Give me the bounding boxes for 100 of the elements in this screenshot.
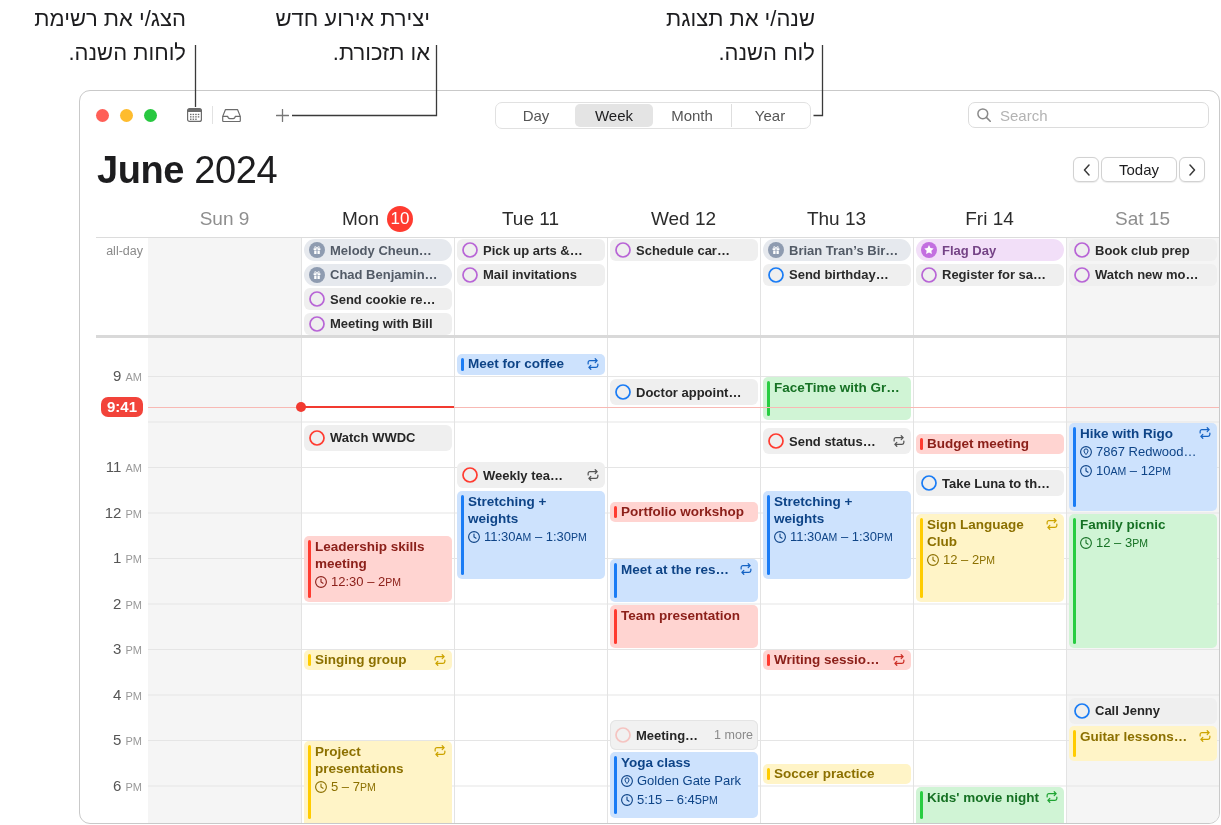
add-icon[interactable] — [276, 108, 289, 122]
event-time: 11:30AM – 1:30PM — [790, 527, 893, 546]
reminder-item[interactable]: Weekly tea… — [457, 462, 605, 489]
event-title: Meet at the res… — [621, 561, 731, 578]
hour-label: 3 PM — [113, 640, 142, 659]
event-title: Guitar lessons… — [1080, 727, 1189, 745]
search-field[interactable]: Search — [968, 102, 1209, 128]
reminder-item[interactable]: Call Jenny — [1069, 697, 1217, 724]
reminder-item[interactable]: Schedule car… — [610, 239, 758, 261]
event-title: Singing group — [315, 651, 408, 668]
day-header: Thu 13 — [806, 207, 867, 230]
view-tab[interactable]: Year — [730, 103, 809, 127]
reminder-item[interactable]: Send status… — [763, 428, 911, 455]
reminder-circle-icon[interactable] — [1074, 242, 1090, 258]
holiday-event[interactable]: Flag Day — [916, 239, 1064, 261]
calendar-icon[interactable] — [187, 108, 202, 122]
reminder-item[interactable]: Meeting… 1 more — [610, 720, 758, 751]
reminder-item[interactable]: Doctor appoint… — [610, 379, 758, 405]
reminder-circle-icon[interactable] — [462, 266, 478, 283]
calendar-event[interactable]: Yoga class Golden Gate Park 5:15 – 6:45PM — [610, 752, 758, 819]
minimize-button[interactable] — [120, 108, 133, 122]
reminder-circle-icon[interactable] — [1074, 702, 1090, 719]
calendar-event[interactable]: Budget meeting — [916, 433, 1064, 455]
event-title: Yoga class — [621, 754, 692, 772]
event-location: Golden Gate Park — [637, 772, 742, 791]
event-title: Chad Benjamin… — [330, 267, 438, 282]
reminder-item[interactable]: Watch new mo… — [1069, 263, 1217, 286]
day-name: Mon — [342, 207, 379, 230]
reminder-title: Call Jenny — [1095, 703, 1161, 718]
reminder-title: Weekly tea… — [483, 467, 563, 483]
reminder-title: Schedule car… — [636, 242, 730, 258]
view-tab[interactable]: Week — [574, 103, 653, 127]
reminder-circle-icon[interactable] — [768, 433, 784, 450]
calendar-event[interactable]: Guitar lessons… — [1069, 725, 1217, 762]
reminder-circle-icon[interactable] — [309, 315, 325, 332]
reminder-item[interactable]: Take Luna to th… — [916, 470, 1064, 496]
event-location: 7867 Redwood… — [1096, 442, 1197, 461]
next-week-button[interactable] — [1179, 157, 1205, 182]
calendar-event[interactable]: Meet at the res… — [610, 559, 758, 602]
calendar-event[interactable]: Singing group — [304, 650, 452, 671]
reminder-item[interactable]: Book club prep — [1069, 239, 1217, 261]
reminder-item[interactable]: Pick up arts &… — [457, 239, 605, 261]
birthday-event[interactable]: Melody Cheun… — [304, 239, 452, 261]
view-tab[interactable]: Month — [652, 103, 731, 127]
reminder-title: Meeting with Bill — [330, 316, 433, 331]
birthday-event[interactable]: Brian Tran’s Bir… — [763, 239, 911, 261]
zoom-button[interactable] — [144, 108, 157, 122]
calendar-event[interactable]: Soccer practice — [763, 763, 911, 784]
reminder-circle-icon[interactable] — [462, 467, 478, 484]
reminder-circle-icon[interactable] — [768, 266, 784, 283]
calendar-event[interactable]: Stretching + weights 11:30AM – 1:30PM — [763, 490, 911, 580]
reminder-circle-icon[interactable] — [921, 266, 937, 283]
calendar-event[interactable]: Meet for coffee — [457, 354, 605, 375]
calendar-event[interactable]: Project presentations 5 – 7PM — [304, 741, 452, 823]
inbox-icon[interactable] — [222, 108, 241, 122]
birthday-event[interactable]: Chad Benjamin… — [304, 263, 452, 286]
callout-line — [194, 44, 197, 108]
reminder-item[interactable]: Meeting with Bill — [304, 312, 452, 335]
calendar-event[interactable]: Stretching + weights 11:30AM – 1:30PM — [457, 490, 605, 580]
previous-week-button[interactable] — [1073, 157, 1099, 182]
reminder-circle-icon[interactable] — [309, 429, 325, 446]
reminder-title: Meeting… — [636, 727, 699, 743]
calendar-event[interactable]: FaceTime with Gr… — [763, 377, 911, 420]
reminder-circle-icon[interactable] — [1074, 266, 1090, 283]
reminder-circle-icon[interactable] — [921, 475, 937, 491]
today-button[interactable]: Today — [1101, 157, 1177, 182]
reminder-title: Pick up arts &… — [483, 242, 583, 258]
calendar-event[interactable]: Team presentation — [610, 604, 758, 648]
clock-icon — [1080, 464, 1092, 477]
event-title: Family picnic — [1080, 515, 1167, 533]
calendar-event[interactable]: Hike with Rigo 7867 Redwood… 10AM – 12PM — [1069, 422, 1217, 511]
hour-label: 4 PM — [113, 685, 142, 705]
event-time: 12:30 – 2PM — [331, 573, 401, 592]
reminder-circle-icon[interactable] — [615, 384, 631, 400]
chevron-left-icon — [1082, 163, 1090, 176]
event-title: Writing sessio… — [774, 651, 881, 668]
reminder-title: Mail invitations — [483, 267, 577, 282]
calendar-event[interactable]: Kids' movie night — [916, 786, 1064, 823]
view-tab[interactable]: Day — [496, 103, 575, 127]
reminder-item[interactable]: Send birthday… — [763, 263, 911, 286]
reminder-item[interactable]: Send cookie re… — [304, 288, 452, 310]
calendar-event[interactable]: Leadership skills meeting 12:30 – 2PM — [304, 536, 452, 602]
hour-label: 11 AM — [105, 458, 142, 477]
reminder-title: Send cookie re… — [330, 291, 436, 307]
calendar-event[interactable]: Family picnic 12 – 3PM — [1069, 513, 1217, 648]
close-button[interactable] — [96, 108, 109, 122]
calendar-event[interactable]: Sign Language Club 12 – 2PM — [916, 513, 1064, 602]
reminder-title: Register for sa… — [942, 267, 1047, 282]
calendar-event[interactable]: Writing sessio… — [763, 650, 911, 671]
event-title: Melody Cheun… — [330, 242, 432, 258]
day-header: Tue 11 — [501, 207, 559, 230]
search-icon — [977, 108, 991, 122]
reminder-circle-icon[interactable] — [462, 242, 478, 258]
reminder-circle-icon[interactable] — [309, 291, 325, 307]
hour-label: 1 PM — [113, 549, 142, 568]
calendar-event[interactable]: Portfolio workshop — [610, 502, 758, 523]
reminder-item[interactable]: Register for sa… — [916, 263, 1064, 286]
reminder-circle-icon[interactable] — [615, 242, 631, 258]
reminder-item[interactable]: Watch WWDC — [304, 424, 452, 451]
reminder-item[interactable]: Mail invitations — [457, 263, 605, 286]
